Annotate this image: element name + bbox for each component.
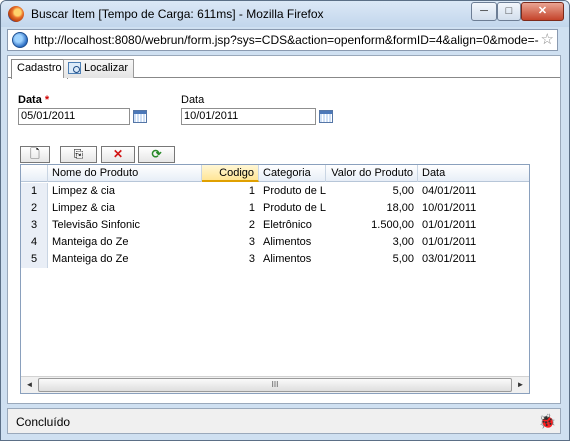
- scroll-thumb[interactable]: III: [38, 378, 512, 392]
- calendar-icon[interactable]: [319, 110, 333, 123]
- cell-valor: 3,00: [392, 236, 414, 248]
- rownum-header: [21, 165, 48, 182]
- col-codigo-header[interactable]: Codigo: [202, 165, 259, 182]
- close-button[interactable]: ✕: [521, 2, 564, 21]
- required-mark: *: [44, 94, 50, 106]
- cell-categoria: Alimentos: [263, 253, 312, 265]
- window-title: Buscar Item [Tempo de Carga: 611ms] - Mo…: [31, 7, 324, 21]
- cell-nome: Limpez & cia: [52, 185, 115, 197]
- title-bar: Buscar Item [Tempo de Carga: 611ms] - Mo…: [1, 1, 569, 27]
- scroll-right-icon[interactable]: ►: [512, 377, 529, 393]
- delete-record-button[interactable]: ✕: [101, 146, 135, 163]
- new-record-button[interactable]: 🗋: [20, 146, 50, 163]
- date1-label: Data *: [18, 94, 49, 106]
- tab-cadastro[interactable]: Cadastro: [11, 59, 68, 79]
- results-grid: Nome do Produto Codigo Categoria Valor d…: [20, 164, 530, 394]
- row-number: 2: [21, 200, 48, 217]
- cell-data: 03/01/2011: [422, 253, 477, 265]
- table-row[interactable]: 3 Televisão Sinfonic 2 Eletrônico 1.500,…: [21, 217, 529, 234]
- search-form-icon: [68, 62, 81, 74]
- cell-codigo: 1: [248, 185, 255, 197]
- col-nome-header[interactable]: Nome do Produto: [48, 165, 202, 182]
- cell-valor: 5,00: [392, 185, 414, 197]
- status-bar: Concluído 🐞: [7, 408, 561, 434]
- url-text[interactable]: http://localhost:8080/webrun/form.jsp?sy…: [34, 33, 539, 47]
- scroll-left-icon[interactable]: ◄: [21, 377, 38, 393]
- tab-strip: Cadastro Localizar: [8, 56, 560, 79]
- row-number: 1: [21, 183, 48, 200]
- cell-codigo: 3: [248, 253, 255, 265]
- horizontal-scrollbar[interactable]: ◄ III ►: [21, 376, 529, 393]
- site-identity-icon[interactable]: [12, 32, 28, 48]
- date2-field[interactable]: 10/01/2011: [181, 108, 316, 125]
- copy-record-button[interactable]: ⎘: [60, 146, 97, 163]
- cell-codigo: 3: [248, 236, 255, 248]
- minimize-button[interactable]: ─: [471, 2, 497, 21]
- cell-valor: 1.500,00: [371, 219, 414, 231]
- date1-field[interactable]: 05/01/2011: [18, 108, 130, 125]
- browser-window: Buscar Item [Tempo de Carga: 611ms] - Mo…: [0, 0, 570, 441]
- row-number: 4: [21, 234, 48, 251]
- cell-codigo: 1: [248, 202, 255, 214]
- cell-categoria: Produto de Lim: [263, 202, 326, 214]
- cell-nome: Manteiga do Ze: [52, 236, 129, 248]
- cell-valor: 5,00: [392, 253, 414, 265]
- firefox-icon: [8, 6, 24, 22]
- col-valor-header[interactable]: Valor do Produto: [326, 165, 418, 182]
- cell-codigo: 2: [248, 219, 255, 231]
- bug-icon[interactable]: 🐞: [539, 413, 556, 430]
- bookmark-star-icon[interactable]: ☆: [541, 30, 554, 48]
- tab-localizar[interactable]: Localizar: [63, 59, 135, 78]
- maximize-button[interactable]: □: [497, 2, 521, 21]
- table-row[interactable]: 4 Manteiga do Ze 3 Alimentos 3,00 01/01/…: [21, 234, 529, 251]
- cell-data: 01/01/2011: [422, 236, 477, 248]
- cell-data: 01/01/2011: [422, 219, 477, 231]
- date1-label-text: Data: [18, 94, 42, 106]
- table-row[interactable]: 2 Limpez & cia 1 Produto de Lim 18,00 10…: [21, 200, 529, 217]
- row-number: 5: [21, 251, 48, 268]
- table-row[interactable]: 5 Manteiga do Ze 3 Alimentos 5,00 03/01/…: [21, 251, 529, 268]
- cell-data: 10/01/2011: [422, 202, 477, 214]
- address-bar[interactable]: http://localhost:8080/webrun/form.jsp?sy…: [7, 29, 558, 51]
- table-row[interactable]: 1 Limpez & cia 1 Produto de Lim 5,00 04/…: [21, 183, 529, 200]
- cell-nome: Televisão Sinfonic: [52, 219, 141, 231]
- cell-nome: Limpez & cia: [52, 202, 115, 214]
- col-categoria-header[interactable]: Categoria: [259, 165, 326, 182]
- calendar-icon[interactable]: [133, 110, 147, 123]
- tab-localizar-label: Localizar: [84, 62, 129, 74]
- row-number: 3: [21, 217, 48, 234]
- cell-categoria: Produto de Lim: [263, 185, 326, 197]
- refresh-button[interactable]: ⟳: [138, 146, 175, 163]
- col-data-header[interactable]: Data: [418, 165, 529, 182]
- cell-categoria: Eletrônico: [263, 219, 312, 231]
- page-content: Cadastro Localizar Data * 05/01/2011 Dat…: [7, 55, 561, 404]
- date2-label: Data: [181, 94, 205, 106]
- cell-data: 04/01/2011: [422, 185, 477, 197]
- cell-nome: Manteiga do Ze: [52, 253, 129, 265]
- status-text: Concluído: [16, 415, 71, 429]
- cell-valor: 18,00: [386, 202, 414, 214]
- cell-categoria: Alimentos: [263, 236, 312, 248]
- grid-header: Nome do Produto Codigo Categoria Valor d…: [21, 165, 529, 182]
